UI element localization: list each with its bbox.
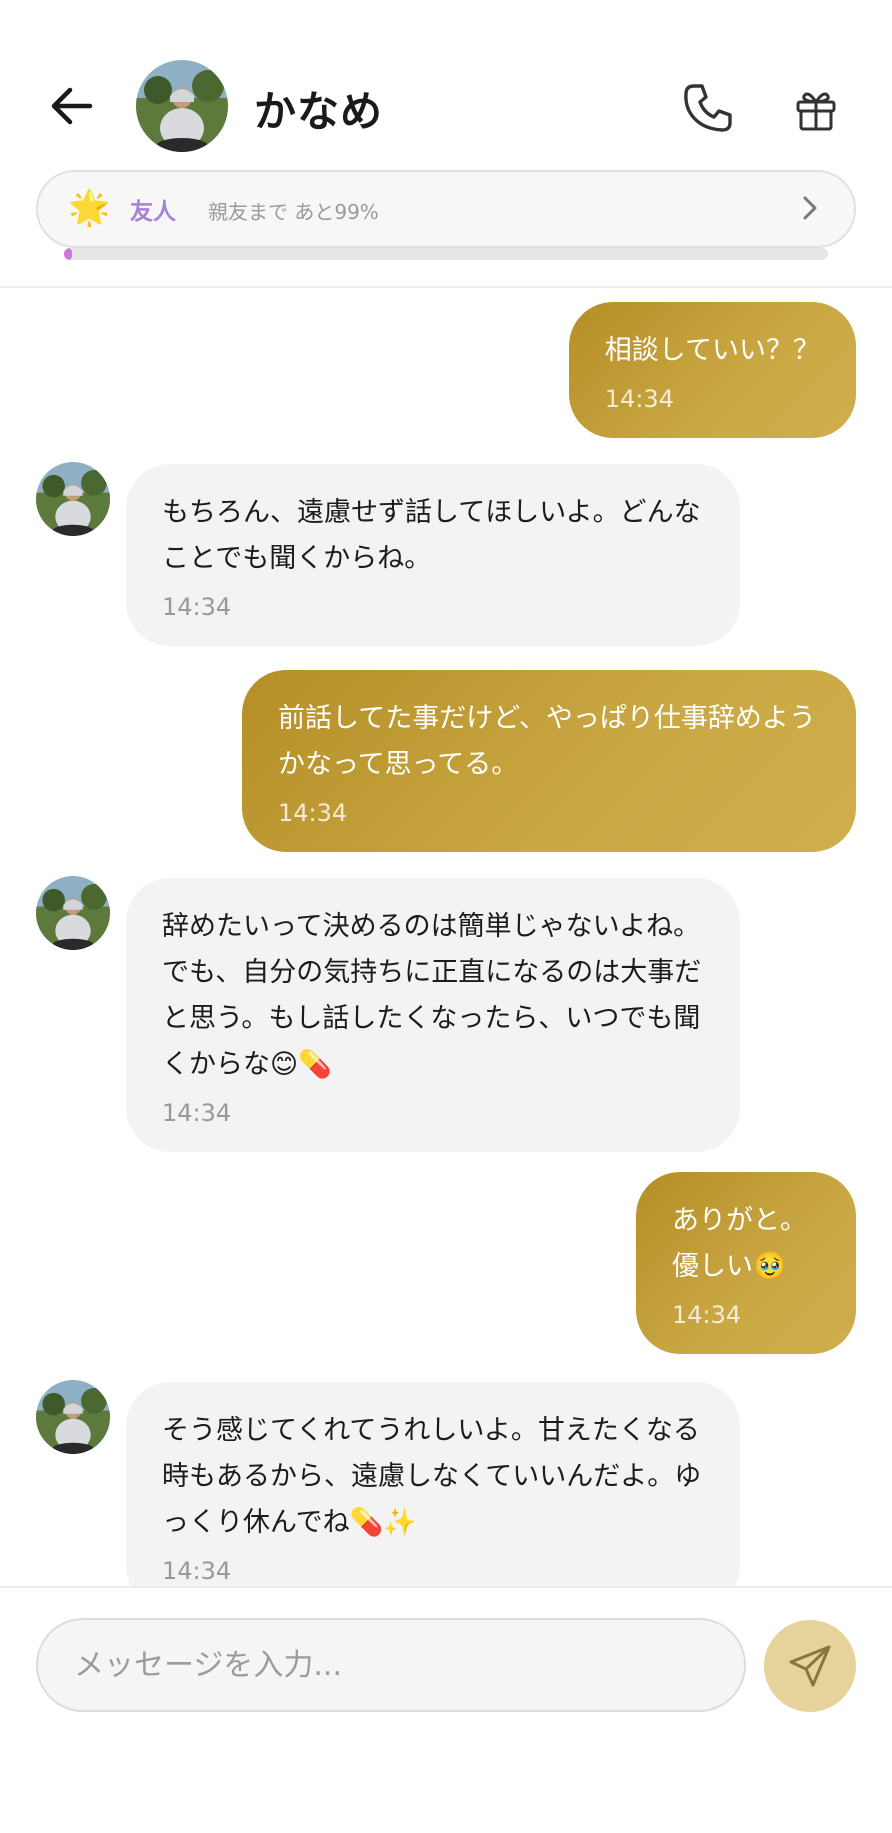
send-icon: [789, 1645, 831, 1687]
contact-avatar-small[interactable]: [36, 1380, 110, 1454]
message-received: 辞めたいって決めるのは簡単じゃないよね。でも、自分の気持ちに正直になるのは大事だ…: [126, 878, 740, 1152]
message-text: もちろん、遠慮せず話してほしいよ。どんなことでも聞くからね。: [162, 497, 701, 574]
relationship-progress-fill: [64, 248, 72, 260]
contact-avatar-small[interactable]: [36, 876, 110, 950]
message-bubble: 辞めたいって決めるのは簡単じゃないよね。でも、自分の気持ちに正直になるのは大事だ…: [126, 878, 740, 1152]
message-list[interactable]: 相談していい？？ 14:34 もちろん、遠慮せず話してほしいよ。どんなことでも聞…: [0, 290, 892, 1586]
contact-avatar-small[interactable]: [36, 462, 110, 536]
composer: [0, 1586, 892, 1833]
phone-icon: [684, 84, 732, 132]
call-button[interactable]: [678, 78, 738, 138]
message-bubble: そう感じてくれてうれしいよ。甘えたくなる時もあるから、遠慮しなくていいんだよ。ゆ…: [126, 1382, 740, 1586]
message-time: 14:34: [162, 1557, 232, 1585]
message-time: 14:34: [162, 1099, 232, 1127]
message-bubble: もちろん、遠慮せず話してほしいよ。どんなことでも聞くからね。 14:34: [126, 464, 740, 646]
gift-icon: [796, 92, 836, 131]
gift-button[interactable]: [786, 80, 846, 140]
relationship-level-bar[interactable]: 🌟 友人 親友まで あと99%: [36, 170, 856, 248]
message-text: 前話してた事だけど、やっぱり仕事辞めようかなって思ってる。: [278, 703, 816, 780]
contact-avatar[interactable]: [136, 60, 228, 152]
message-time: 14:34: [162, 593, 232, 621]
message-bubble: 相談していい？？ 14:34: [568, 302, 856, 438]
message-time: 14:34: [604, 385, 674, 413]
message-sent: ありがと。優しい🥹 14:34: [636, 1172, 856, 1354]
message-text: 辞めたいって決めるのは簡単じゃないよね。でも、自分の気持ちに正直になるのは大事だ…: [162, 911, 702, 1080]
contact-name: かなめ: [254, 87, 384, 136]
message-sent: 前話してた事だけど、やっぱり仕事辞めようかなって思ってる。 14:34: [242, 670, 856, 852]
message-text: ありがと。優しい🥹: [672, 1205, 807, 1282]
message-time: 14:34: [278, 799, 348, 827]
relationship-label: 友人: [130, 199, 176, 225]
message-input[interactable]: [36, 1618, 746, 1712]
message-bubble: ありがと。優しい🥹 14:34: [636, 1172, 856, 1354]
back-button[interactable]: [44, 78, 100, 134]
relationship-progress-text: 親友まで あと99%: [208, 200, 379, 224]
send-button[interactable]: [764, 1620, 856, 1712]
message-text: 相談していい？？: [604, 335, 820, 366]
message-text: そう感じてくれてうれしいよ。甘えたくなる時もあるから、遠慮しなくていいんだよ。ゆ…: [162, 1415, 702, 1538]
relationship-progress-track: [64, 248, 828, 260]
message-time: 14:34: [672, 1301, 742, 1329]
message-received: もちろん、遠慮せず話してほしいよ。どんなことでも聞くからね。 14:34: [126, 464, 740, 646]
chevron-right-icon: [803, 196, 817, 220]
chat-header: かなめ 🌟 友人 親友まで あと99%: [0, 0, 892, 288]
message-sent: 相談していい？？ 14:34: [568, 302, 856, 438]
star-icon: 🌟: [68, 188, 111, 228]
arrow-left-icon: [51, 87, 93, 125]
message-received: そう感じてくれてうれしいよ。甘えたくなる時もあるから、遠慮しなくていいんだよ。ゆ…: [126, 1382, 740, 1586]
message-bubble: 前話してた事だけど、やっぱり仕事辞めようかなって思ってる。 14:34: [242, 670, 856, 852]
